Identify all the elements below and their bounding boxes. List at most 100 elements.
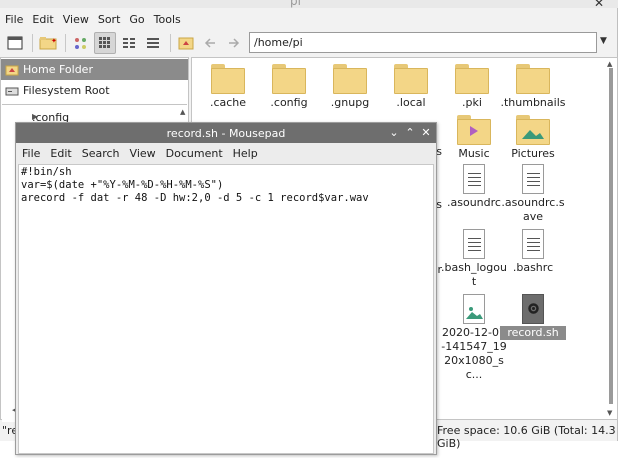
- file-item[interactable]: 2020-12-07-141547_1920x1080_sc...: [441, 294, 507, 382]
- file-name: .config: [270, 96, 308, 109]
- scroll-up-icon[interactable]: ▲: [607, 60, 612, 68]
- sidebar-item-label: Filesystem Root: [23, 84, 110, 97]
- new-window-icon: [7, 36, 23, 50]
- file-item-selected[interactable]: record.sh: [500, 294, 566, 340]
- folder-icon: [516, 64, 550, 94]
- home-icon: [178, 37, 194, 50]
- menu-edit[interactable]: Edit: [50, 147, 71, 160]
- file-name: .local: [396, 96, 426, 109]
- back-button[interactable]: [199, 32, 221, 54]
- scroll-down-icon[interactable]: ▼: [607, 409, 612, 417]
- folder-icon: [455, 64, 489, 94]
- menu-go[interactable]: Go: [129, 13, 144, 26]
- file-item[interactable]: .asoundrc.save: [500, 164, 566, 224]
- menu-tools[interactable]: Tools: [154, 13, 181, 26]
- file-name: record.sh: [500, 326, 566, 340]
- menu-file[interactable]: File: [22, 147, 40, 160]
- forward-button[interactable]: [223, 32, 245, 54]
- toolbar-divider: [65, 34, 66, 52]
- file-item[interactable]: .pki: [439, 64, 505, 110]
- new-folder-icon: ✦: [39, 37, 57, 50]
- text-file-icon: [463, 229, 485, 259]
- folder-icon: [333, 64, 367, 94]
- menu-edit[interactable]: Edit: [32, 13, 53, 26]
- file-item[interactable]: Music: [441, 115, 507, 161]
- file-item[interactable]: .asoundrc: [441, 164, 507, 210]
- sidebar-item-label: Home Folder: [23, 63, 93, 76]
- back-arrow-icon: [204, 38, 215, 48]
- text-file-icon: [522, 164, 544, 194]
- folder-icon: [394, 64, 428, 94]
- icon-view-icon: [99, 37, 110, 48]
- vertical-scrollbar[interactable]: [609, 68, 613, 404]
- tree-expand-icon[interactable]: ▶: [32, 112, 38, 121]
- file-manager-menubar: File Edit View Sort Go Tools: [0, 9, 618, 29]
- file-item[interactable]: .gnupg: [317, 64, 383, 110]
- path-input[interactable]: /home/pi: [249, 32, 597, 53]
- new-window-button[interactable]: [4, 32, 26, 54]
- file-item[interactable]: .bash_logout: [441, 229, 507, 289]
- thumbnail-view-button[interactable]: [70, 32, 92, 54]
- sidebar-item-filesystem-root[interactable]: Filesystem Root: [1, 80, 188, 101]
- menu-search[interactable]: Search: [82, 147, 120, 160]
- list-view-icon: [147, 38, 159, 48]
- menu-view[interactable]: View: [63, 13, 89, 26]
- home-icon: [5, 65, 19, 75]
- music-note-icon: [470, 126, 478, 136]
- file-name: .bash_logout: [441, 261, 507, 288]
- path-dropdown-icon[interactable]: ▼: [600, 36, 607, 46]
- file-name: .cache: [209, 96, 247, 109]
- file-item[interactable]: .config: [256, 64, 322, 110]
- maximize-button[interactable]: ⌃: [404, 126, 416, 139]
- icon-view-button[interactable]: [94, 32, 116, 54]
- pictures-folder-icon: [516, 115, 550, 145]
- code-line: arecord -f dat -r 48 -D hw:2,0 -d 5 -c 1…: [21, 192, 369, 204]
- home-button[interactable]: [175, 32, 197, 54]
- close-button[interactable]: ✕: [420, 126, 432, 139]
- file-name: Music: [458, 147, 490, 160]
- music-folder-icon: [457, 115, 491, 145]
- file-name: .gnupg: [330, 96, 370, 109]
- file-item[interactable]: .cache: [195, 64, 261, 110]
- file-manager-titlebar: pi ✕: [0, 0, 618, 10]
- scroll-up-icon[interactable]: ▲: [180, 108, 185, 116]
- mousepad-menubar: File Edit Search View Document Help: [16, 143, 436, 164]
- toolbar-divider: [170, 34, 171, 52]
- code-line: #!bin/sh: [21, 166, 72, 178]
- drive-icon: [5, 87, 19, 95]
- menu-view[interactable]: View: [130, 147, 156, 160]
- compact-view-button[interactable]: [118, 32, 140, 54]
- text-file-icon: [463, 164, 485, 194]
- thumbnail-view-icon: [75, 38, 86, 49]
- status-free-space: Free space: 10.6 GiB (Total: 14.3 GiB): [437, 424, 616, 450]
- mousepad-titlebar[interactable]: record.sh - Mousepad ⌄ ⌃ ✕: [16, 123, 436, 143]
- image-file-icon: [463, 294, 485, 324]
- folder-icon: [272, 64, 306, 94]
- file-name: 2020-12-07-141547_1920x1080_sc...: [441, 326, 507, 381]
- sidebar-item-home-folder[interactable]: Home Folder: [1, 59, 188, 80]
- new-folder-button[interactable]: ✦: [37, 32, 59, 54]
- file-name: Pictures: [511, 147, 555, 160]
- menu-document[interactable]: Document: [166, 147, 223, 160]
- code-line: var=$(date +"%Y-%M-%D-%H-%M-%S"): [21, 179, 224, 191]
- menu-file[interactable]: File: [5, 13, 23, 26]
- file-manager-title: pi: [290, 0, 301, 8]
- mousepad-window: record.sh - Mousepad ⌄ ⌃ ✕ File Edit Sea…: [15, 122, 437, 455]
- file-item[interactable]: .local: [378, 64, 444, 110]
- landscape-icon: [522, 130, 544, 139]
- file-name: .asoundrc: [447, 196, 501, 209]
- file-item[interactable]: Pictures: [500, 115, 566, 161]
- text-editor-area[interactable]: #!bin/sh var=$(date +"%Y-%M-%D-%H-%M-%S"…: [18, 164, 434, 454]
- minimize-button[interactable]: ⌄: [388, 126, 400, 139]
- file-name: .thumbnails: [500, 96, 566, 109]
- menu-sort[interactable]: Sort: [98, 13, 121, 26]
- list-view-button[interactable]: [142, 32, 164, 54]
- menu-help[interactable]: Help: [233, 147, 258, 160]
- forward-arrow-icon: [229, 38, 240, 48]
- file-name: .asoundrc.save: [501, 196, 565, 223]
- file-item[interactable]: .bashrc: [500, 229, 566, 275]
- file-item[interactable]: .thumbnails: [500, 64, 566, 110]
- folder-icon: [211, 64, 245, 94]
- file-name: .bashrc: [512, 261, 554, 274]
- file-name: .pki: [462, 96, 482, 109]
